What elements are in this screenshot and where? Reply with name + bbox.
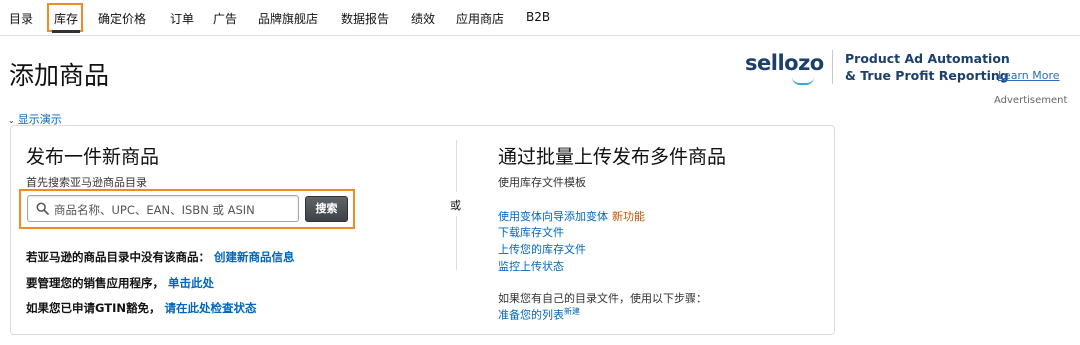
gtin-exemption-row: 如果您已申请GTIN豁免， 请在此处检查状态 [26, 300, 256, 316]
nav-item-stores[interactable]: 品牌旗舰店 [258, 10, 318, 27]
download-inventory-link[interactable]: 下载库存文件 [498, 224, 564, 240]
ad-label: Advertisement [994, 95, 1068, 106]
nav-item-appstore[interactable]: 应用商店 [456, 10, 504, 27]
nav-item-catalog[interactable]: 目录 [9, 10, 33, 27]
manage-apps-row: 要管理您的销售应用程序， 单击此处 [26, 275, 214, 291]
prepare-list-label: 准备您的列表 [498, 308, 564, 322]
ad-divider [832, 50, 833, 84]
bulk-upload-subtitle: 使用库存文件模板 [498, 176, 586, 189]
ad-headline-1[interactable]: Product Ad Automation [845, 51, 1010, 66]
upload-inventory-link[interactable]: 上传您的库存文件 [498, 241, 586, 257]
nav-item-orders[interactable]: 订单 [170, 10, 194, 27]
create-listing-link[interactable]: 创建新商品信息 [214, 250, 295, 264]
new-badge: 新建 [564, 307, 580, 316]
nav-active-underline [52, 30, 80, 33]
single-product-title: 发布一件新商品 [26, 146, 160, 168]
new-feature-badge: 新功能 [612, 210, 645, 223]
nav-item-pricing[interactable]: 确定价格 [98, 10, 146, 27]
search-icon [36, 202, 49, 215]
create-listing-text: 若亚马逊的商品目录中没有该商品： [26, 250, 210, 264]
search-placeholder: 商品名称、UPC、EAN、ISBN 或 ASIN [54, 203, 255, 217]
nav-item-reports[interactable]: 数据报告 [341, 10, 389, 27]
create-listing-row: 若亚马逊的商品目录中没有该商品： 创建新商品信息 [26, 249, 295, 265]
chevron-down-icon: ⌄ [8, 116, 15, 125]
search-button[interactable]: 搜索 [305, 196, 348, 222]
top-nav: 目录 库存 确定价格 订单 广告 品牌旗舰店 数据报告 绩效 应用商店 B2B [0, 0, 1080, 36]
column-divider-top [456, 140, 457, 192]
single-product-subtitle: 首先搜索亚马逊商品目录 [26, 176, 147, 189]
logo-arc-icon [792, 77, 814, 85]
column-divider-bottom [456, 216, 457, 270]
nav-item-performance[interactable]: 绩效 [411, 10, 435, 27]
ad-learn-more-link[interactable]: Learn More [998, 69, 1060, 82]
gtin-exemption-text: 如果您已申请GTIN豁免， [26, 301, 161, 315]
prepare-list-link[interactable]: 准备您的列表新建 [498, 306, 580, 323]
catalog-search-input[interactable]: 商品名称、UPC、EAN、ISBN 或 ASIN [27, 195, 299, 222]
variation-wizard-link[interactable]: 使用变体向导添加变体 新功能 [498, 208, 645, 224]
ad-headline-2[interactable]: & True Profit Reporting [845, 68, 1009, 83]
gtin-exemption-link[interactable]: 请在此处检查状态 [164, 301, 256, 315]
manage-apps-text: 要管理您的销售应用程序， [26, 276, 164, 290]
catalog-file-note: 如果您有自己的目录文件，使用以下步骤： [498, 292, 707, 305]
monitor-upload-link[interactable]: 监控上传状态 [498, 258, 564, 274]
sellozo-logo[interactable]: sellozo [745, 51, 824, 75]
page-title: 添加商品 [9, 61, 110, 90]
manage-apps-link[interactable]: 单击此处 [168, 276, 214, 290]
or-label: 或 [450, 199, 461, 212]
variation-wizard-label: 使用变体向导添加变体 [498, 210, 608, 223]
nav-highlight-box [47, 3, 83, 32]
bulk-upload-title: 通过批量上传发布多件商品 [498, 146, 727, 168]
nav-item-b2b[interactable]: B2B [526, 10, 550, 24]
nav-item-advertising[interactable]: 广告 [213, 10, 237, 27]
